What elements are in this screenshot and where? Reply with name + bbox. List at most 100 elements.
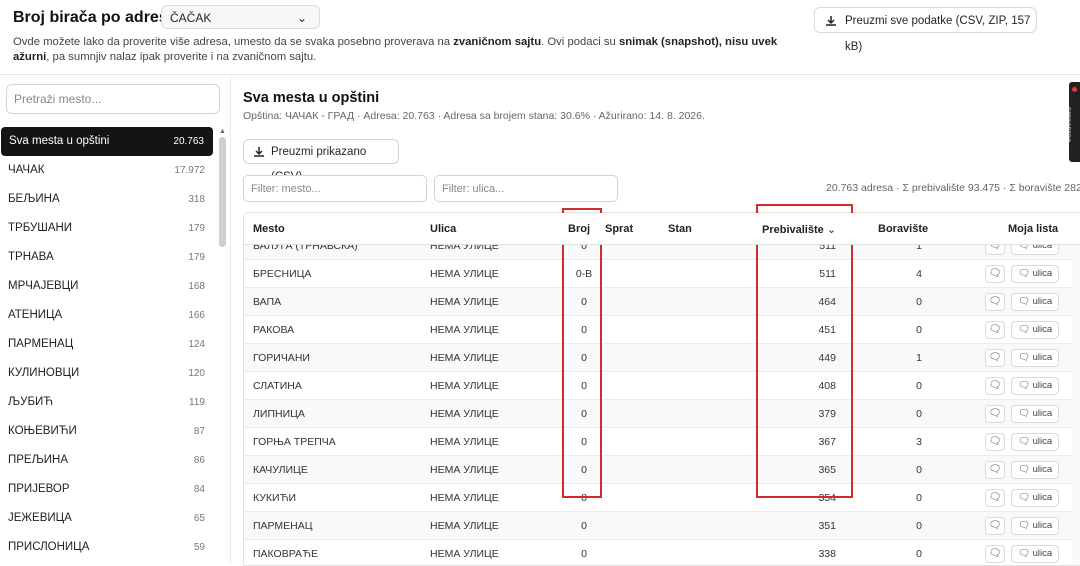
add-street-button[interactable]: 🗨︎ ulica: [1011, 517, 1059, 535]
add-to-list-icon[interactable]: 🗨︎: [985, 433, 1005, 451]
cell-street: НЕМА УЛИЦЕ: [430, 268, 499, 280]
place-name: МРЧАЈЕВЦИ: [8, 280, 79, 292]
add-street-button[interactable]: 🗨︎ ulica: [1011, 265, 1059, 283]
table-row: БРЕСНИЦА НЕМА УЛИЦЕ 0-В 511 4 🗨︎ 🗨︎ ulica: [244, 260, 1080, 288]
top-bar: Broj birača po adresi ČAČAK ⌄ Ovde možet…: [0, 0, 1080, 75]
sidebar-place-item[interactable]: БЕЉИНА 318: [0, 185, 214, 214]
sidebar-place-item[interactable]: ПРИЈЕВОР 84: [0, 475, 214, 504]
place-search-input[interactable]: [6, 84, 220, 114]
add-street-button[interactable]: 🗨︎ ulica: [1011, 433, 1059, 451]
cell-place: РАКОВА: [253, 324, 295, 336]
place-count: 59: [193, 542, 205, 553]
sidebar-scrollbar[interactable]: [219, 137, 226, 247]
table-scrollbar-track[interactable]: [1072, 228, 1080, 564]
cell-place: СЛАТИНА: [253, 380, 302, 392]
col-residence[interactable]: Prebivalište ⌄: [762, 223, 836, 236]
table-row: ГОРИЧАНИ НЕМА УЛИЦЕ 0 449 1 🗨︎ 🗨︎ ulica: [244, 344, 1080, 372]
municipality-meta: Opština: ЧАЧАК - ГРАД · Adresa: 20.763 ·…: [243, 110, 705, 122]
add-to-list-icon[interactable]: 🗨︎: [985, 489, 1005, 507]
add-street-button[interactable]: 🗨︎ ulica: [1011, 349, 1059, 367]
filter-place-input[interactable]: [243, 175, 427, 202]
add-street-button[interactable]: 🗨︎ ulica: [1011, 405, 1059, 423]
sidebar-place-item[interactable]: ПАРМЕНАЦ 124: [0, 330, 214, 359]
col-number[interactable]: Broj: [568, 223, 590, 235]
cell-place: ПАКОВРАЋЕ: [253, 548, 318, 560]
app-title: Broj birača po adresi: [13, 9, 173, 26]
add-to-list-icon[interactable]: 🗨︎: [985, 461, 1005, 479]
sidebar-place-item[interactable]: ЉУБИЋ 119: [0, 388, 214, 417]
table-row: ПАРМЕНАЦ НЕМА УЛИЦЕ 0 351 0 🗨︎ 🗨︎ ulica: [244, 512, 1080, 540]
cell-stay: 0: [916, 520, 922, 532]
add-street-button[interactable]: 🗨︎ ulica: [1011, 489, 1059, 507]
add-street-button[interactable]: 🗨︎ ulica: [1011, 545, 1059, 563]
add-street-button[interactable]: 🗨︎ ulica: [1011, 293, 1059, 311]
sidebar-place-item[interactable]: ПРЕЉИНА 86: [0, 446, 214, 475]
highlight-number-column: [562, 208, 602, 498]
add-to-list-icon[interactable]: 🗨︎: [985, 545, 1005, 563]
table-row: РАКОВА НЕМА УЛИЦЕ 0 451 0 🗨︎ 🗨︎ ulica: [244, 316, 1080, 344]
screen-recorder-tab[interactable]: screenrec: [1064, 82, 1080, 162]
cell-stay: 3: [916, 436, 922, 448]
sidebar-place-item[interactable]: ТРНАВА 179: [0, 243, 214, 272]
place-list: Sva mesta u opštini 20.763 ЧАЧАК 17.972 БЕЉИ…: [0, 127, 214, 562]
cell-street: НЕМА УЛИЦЕ: [430, 520, 499, 532]
place-name: ЧАЧАК: [8, 164, 45, 176]
place-count: 168: [188, 281, 205, 292]
address-table: БАЛУГА (ТРНАВСКА) НЕМА УЛИЦЕ 0 511 1 🗨︎ 🗨︎ uli…: [243, 212, 1080, 566]
place-count: 84: [193, 484, 205, 495]
add-to-list-icon[interactable]: 🗨︎: [985, 321, 1005, 339]
download-all-button[interactable]: Preuzmi sve podatke (CSV, ZIP, 157 kB): [814, 7, 1037, 53]
cell-place: ВАПА: [253, 296, 282, 308]
municipality-value: ČAČAK: [170, 11, 212, 25]
place-name: АТЕНИЦА: [8, 309, 63, 321]
official-site-link[interactable]: zvaničnom sajtu: [453, 36, 541, 48]
place-name: ТРБУШАНИ: [8, 222, 73, 234]
col-apartment[interactable]: Stan: [668, 223, 692, 235]
add-to-list-icon[interactable]: 🗨︎: [985, 349, 1005, 367]
place-count: 20.763: [173, 136, 204, 147]
cell-street: НЕМА УЛИЦЕ: [430, 548, 499, 560]
add-street-button[interactable]: 🗨︎ ulica: [1011, 461, 1059, 479]
col-floor[interactable]: Sprat: [605, 223, 633, 235]
add-to-list-icon[interactable]: 🗨︎: [985, 405, 1005, 423]
add-to-list-icon[interactable]: 🗨︎: [985, 377, 1005, 395]
place-name: ПРИЈЕВОР: [8, 483, 70, 495]
cell-stay: 0: [916, 380, 922, 392]
cell-stay: 0: [916, 296, 922, 308]
add-street-button[interactable]: 🗨︎ ulica: [1011, 377, 1059, 395]
filter-street-input[interactable]: [434, 175, 618, 202]
sidebar-place-item[interactable]: АТЕНИЦА 166: [0, 301, 214, 330]
col-place[interactable]: Mesto: [253, 223, 285, 235]
municipality-select[interactable]: ČAČAK ⌄: [161, 5, 320, 29]
scroll-up-arrow[interactable]: ▲: [219, 128, 226, 135]
cell-stay: 0: [916, 492, 922, 504]
col-stay[interactable]: Boravište: [878, 223, 928, 235]
add-to-list-icon[interactable]: 🗨︎: [985, 293, 1005, 311]
download-shown-button[interactable]: Preuzmi prikazano (CSV): [243, 139, 399, 183]
sidebar-place-item[interactable]: КУЛИНОВЦИ 120: [0, 359, 214, 388]
sidebar-place-item[interactable]: ЧАЧАК 17.972: [0, 156, 214, 185]
place-count: 87: [193, 426, 205, 437]
cell-stay: 1: [916, 352, 922, 364]
sidebar-place-item[interactable]: ПРИСЛОНИЦА 59: [0, 533, 214, 562]
add-to-list-icon[interactable]: 🗨︎: [985, 265, 1005, 283]
cell-residence: 338: [818, 548, 836, 560]
add-street-button[interactable]: 🗨︎ ulica: [1011, 321, 1059, 339]
place-name: ЉУБИЋ: [8, 396, 54, 408]
download-icon: [254, 147, 264, 157]
sidebar-place-item[interactable]: КОЊЕВИЋИ 87: [0, 417, 214, 446]
place-count: 179: [188, 252, 205, 263]
add-to-list-icon[interactable]: 🗨︎: [985, 517, 1005, 535]
place-count: 124: [188, 339, 205, 350]
place-count: 119: [189, 397, 205, 408]
place-name: Sva mesta u opštini: [9, 135, 110, 147]
col-street[interactable]: Ulica: [430, 223, 456, 235]
sidebar-place-item[interactable]: Sva mesta u opštini 20.763: [1, 127, 213, 156]
sidebar-place-item[interactable]: МРЧАЈЕВЦИ 168: [0, 272, 214, 301]
cell-place: БРЕСНИЦА: [253, 268, 312, 280]
cell-place: ГОРЊА ТРЕПЧА: [253, 436, 336, 448]
sidebar-place-item[interactable]: ЈЕЖЕВИЦА 65: [0, 504, 214, 533]
col-my-list: Moja lista: [1008, 223, 1059, 235]
sidebar-place-item[interactable]: ТРБУШАНИ 179: [0, 214, 214, 243]
cell-street: НЕМА УЛИЦЕ: [430, 464, 499, 476]
